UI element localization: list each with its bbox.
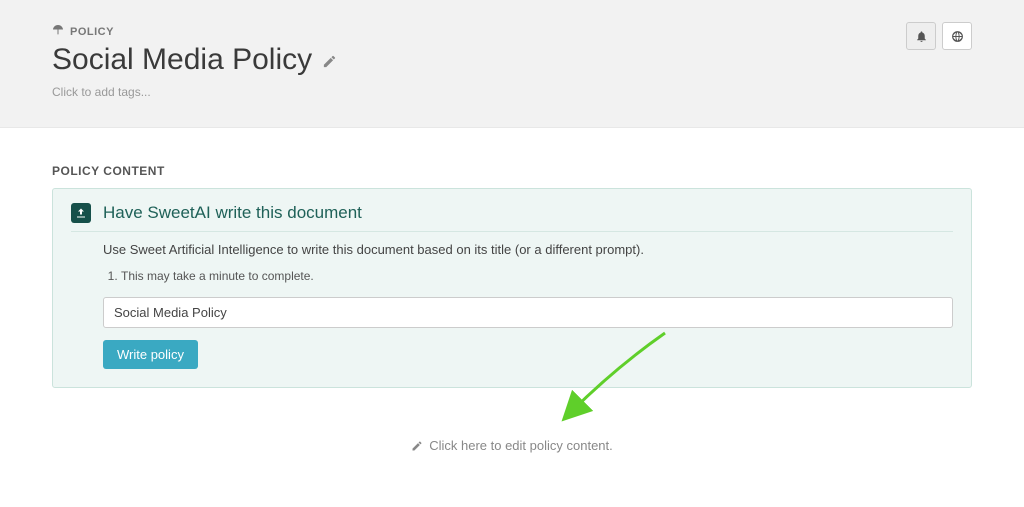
ai-panel-header: Have SweetAI write this document (71, 203, 953, 232)
page-title: Social Media Policy (52, 43, 972, 77)
write-policy-button[interactable]: Write policy (103, 340, 198, 369)
edit-content-label: Click here to edit policy content. (429, 438, 613, 453)
tags-input[interactable]: Click to add tags... (52, 85, 972, 99)
notifications-button[interactable] (906, 22, 936, 50)
section-heading: POLICY CONTENT (52, 164, 972, 178)
ai-prompt-input[interactable] (103, 297, 953, 328)
pencil-icon (411, 440, 423, 452)
page-header: POLICY Social Media Policy Click to add … (0, 0, 1024, 128)
breadcrumb-label: POLICY (70, 26, 114, 38)
edit-title-icon[interactable] (322, 43, 337, 77)
visibility-button[interactable] (942, 22, 972, 50)
ai-panel-body: Use Sweet Artificial Intelligence to wri… (71, 242, 953, 369)
ai-panel-description: Use Sweet Artificial Intelligence to wri… (103, 242, 953, 257)
header-actions (906, 22, 972, 50)
page-title-text: Social Media Policy (52, 43, 312, 77)
ai-notes-list: This may take a minute to complete. (121, 269, 953, 283)
ai-upload-icon (71, 203, 91, 223)
content-area: POLICY CONTENT Have SweetAI write this d… (0, 128, 1024, 493)
edit-content-link[interactable]: Click here to edit policy content. (52, 438, 972, 453)
bell-icon (915, 30, 928, 43)
globe-icon (951, 30, 964, 43)
ai-panel-title: Have SweetAI write this document (103, 203, 362, 223)
ai-write-panel: Have SweetAI write this document Use Swe… (52, 188, 972, 388)
ai-note-item: This may take a minute to complete. (121, 269, 953, 283)
breadcrumb[interactable]: POLICY (52, 24, 972, 39)
umbrella-icon (52, 24, 64, 39)
